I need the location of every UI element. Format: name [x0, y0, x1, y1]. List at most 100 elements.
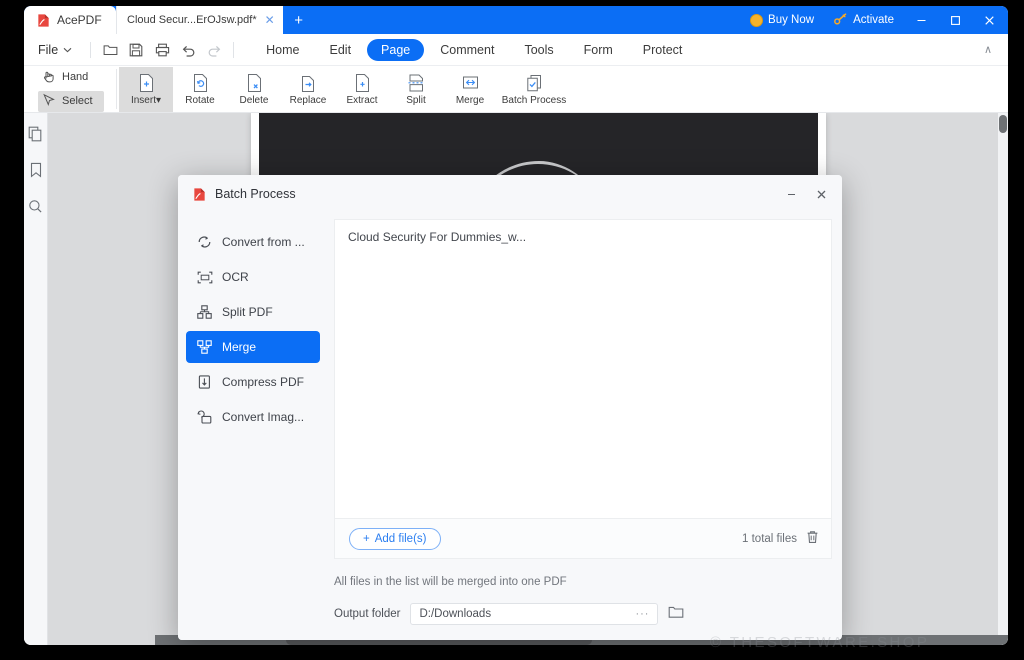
- close-icon[interactable]: ✕: [265, 14, 275, 26]
- sidebar-label: Convert Imag...: [222, 410, 305, 424]
- document-tab[interactable]: Cloud Secur...ErOJsw.pdf* ✕: [116, 6, 283, 34]
- vertical-scrollbar-thumb[interactable]: [999, 115, 1007, 133]
- select-tool-button[interactable]: Select: [38, 90, 104, 112]
- insert-label: Insert▾: [130, 95, 162, 106]
- undo-icon[interactable]: [175, 37, 201, 63]
- chevron-down-icon: [63, 47, 72, 52]
- ribbon-toolbar: Hand Select Insert▾ Rotate Delete Replac…: [24, 66, 1008, 113]
- new-tab-button[interactable]: +: [283, 6, 315, 34]
- save-icon[interactable]: [123, 37, 149, 63]
- plus-icon: +: [363, 532, 370, 545]
- chevron-down-icon: ▾: [155, 95, 162, 106]
- window-close-button[interactable]: [972, 6, 1006, 34]
- divider: [116, 69, 117, 109]
- activate-label: Activate: [853, 14, 894, 26]
- tab-form[interactable]: Form: [570, 39, 627, 61]
- window-maximize-button[interactable]: [938, 6, 972, 34]
- sidebar-label: Split PDF: [222, 305, 273, 319]
- replace-label: Replace: [289, 95, 327, 106]
- screen-root: AcePDF Cloud Secur...ErOJsw.pdf* ✕ + Buy…: [0, 0, 1024, 660]
- merge-button[interactable]: Merge: [443, 67, 497, 112]
- document-tab-title: Cloud Secur...ErOJsw.pdf*: [127, 14, 257, 26]
- split-button[interactable]: Split: [389, 67, 443, 112]
- replace-button[interactable]: Replace: [281, 67, 335, 112]
- ribbon-mode-group: Hand Select: [24, 67, 114, 112]
- rotate-label: Rotate: [185, 95, 215, 106]
- split-label: Split: [406, 95, 426, 106]
- output-folder-ellipsis[interactable]: ···: [635, 608, 649, 620]
- ribbon-tabs: Home Edit Page Comment Tools Form Protec…: [252, 38, 697, 61]
- tab-strip: AcePDF Cloud Secur...ErOJsw.pdf* ✕ +: [24, 6, 315, 34]
- sidebar-label: Merge: [222, 340, 257, 354]
- split-page-icon: [407, 72, 426, 93]
- buy-now-label: Buy Now: [768, 14, 815, 26]
- sidebar-item-convert-image[interactable]: Convert Imag...: [186, 401, 320, 433]
- tab-edit[interactable]: Edit: [316, 39, 366, 61]
- sidebar-item-convert-from[interactable]: Convert from ...: [186, 226, 320, 258]
- acepdf-logo-icon: [36, 13, 51, 28]
- insert-button[interactable]: Insert▾: [119, 66, 173, 112]
- vertical-scrollbar-track[interactable]: [998, 113, 1008, 645]
- batch-process-button[interactable]: Batch Process: [497, 67, 571, 112]
- page-thumbnails-icon[interactable]: [25, 123, 47, 145]
- convert-image-icon: [196, 410, 213, 424]
- window-minimize-button[interactable]: [904, 6, 938, 34]
- select-tool-label: Select: [62, 95, 93, 107]
- rotate-button[interactable]: Rotate: [173, 67, 227, 112]
- tab-page[interactable]: Page: [367, 38, 425, 61]
- dialog-minimize-button[interactable]: [776, 179, 806, 209]
- divider: [233, 41, 235, 58]
- ribbon-items: Insert▾ Rotate Delete Replace Extract Sp…: [119, 66, 571, 113]
- dialog-close-button[interactable]: [806, 179, 836, 209]
- tab-comment[interactable]: Comment: [426, 39, 508, 61]
- trash-icon[interactable]: [806, 530, 819, 547]
- search-icon[interactable]: [25, 195, 47, 217]
- delete-button[interactable]: Delete: [227, 67, 281, 112]
- brand-tab[interactable]: AcePDF: [24, 6, 116, 34]
- acepdf-logo-icon: [192, 187, 207, 202]
- file-name: Cloud Security For Dummies_w...: [348, 230, 527, 244]
- redo-icon[interactable]: [201, 37, 227, 63]
- file-menu-label: File: [38, 42, 59, 57]
- ocr-icon: [196, 271, 213, 284]
- sidebar-item-ocr[interactable]: OCR: [186, 261, 320, 293]
- file-count-group: 1 total files: [742, 530, 819, 547]
- print-icon[interactable]: [149, 37, 175, 63]
- hand-tool-button[interactable]: Hand: [38, 67, 104, 88]
- window-titlebar: AcePDF Cloud Secur...ErOJsw.pdf* ✕ + Buy…: [24, 6, 1008, 34]
- output-folder-input[interactable]: D:/Downloads ···: [410, 603, 659, 625]
- batch-process-label: Batch Process: [501, 95, 567, 106]
- open-folder-icon[interactable]: [97, 37, 123, 63]
- activate-button[interactable]: Activate: [824, 6, 904, 34]
- add-files-label: Add file(s): [374, 532, 427, 545]
- add-files-button[interactable]: + Add file(s): [349, 527, 441, 550]
- cursor-select-icon: [42, 93, 56, 110]
- buy-now-button[interactable]: Buy Now: [740, 6, 824, 34]
- list-item[interactable]: Cloud Security For Dummies_w...: [335, 220, 831, 254]
- dialog-titlebar: Batch Process: [178, 175, 842, 213]
- insert-page-icon: [138, 72, 155, 93]
- merge-hint: All files in the list will be merged int…: [334, 576, 567, 588]
- replace-page-icon: [300, 72, 317, 93]
- menu-bar: File Home Edit Page Comment Tools Form P…: [24, 34, 1008, 66]
- dialog-main: Cloud Security For Dummies_w... + Add fi…: [328, 213, 842, 640]
- brand-label: AcePDF: [57, 13, 102, 27]
- batch-process-dialog: Batch Process Convert from ... OCR Split…: [178, 175, 842, 640]
- convert-from-icon: [196, 235, 213, 249]
- file-menu-button[interactable]: File: [24, 43, 84, 57]
- tab-protect[interactable]: Protect: [629, 39, 697, 61]
- sidebar-item-compress-pdf[interactable]: Compress PDF: [186, 366, 320, 398]
- file-list[interactable]: Cloud Security For Dummies_w...: [334, 219, 832, 519]
- collapse-ribbon-button[interactable]: ∧: [984, 43, 1008, 56]
- delete-page-icon: [246, 72, 263, 93]
- output-folder-label: Output folder: [334, 608, 401, 620]
- tab-home[interactable]: Home: [252, 39, 313, 61]
- hand-tool-label: Hand: [62, 71, 89, 83]
- extract-button[interactable]: Extract: [335, 67, 389, 112]
- bookmark-icon[interactable]: [25, 159, 47, 181]
- tab-tools[interactable]: Tools: [510, 39, 567, 61]
- titlebar-actions: Buy Now Activate: [740, 6, 1008, 34]
- sidebar-item-split-pdf[interactable]: Split PDF: [186, 296, 320, 328]
- sidebar-item-merge[interactable]: Merge: [186, 331, 320, 363]
- folder-open-icon[interactable]: [668, 605, 684, 624]
